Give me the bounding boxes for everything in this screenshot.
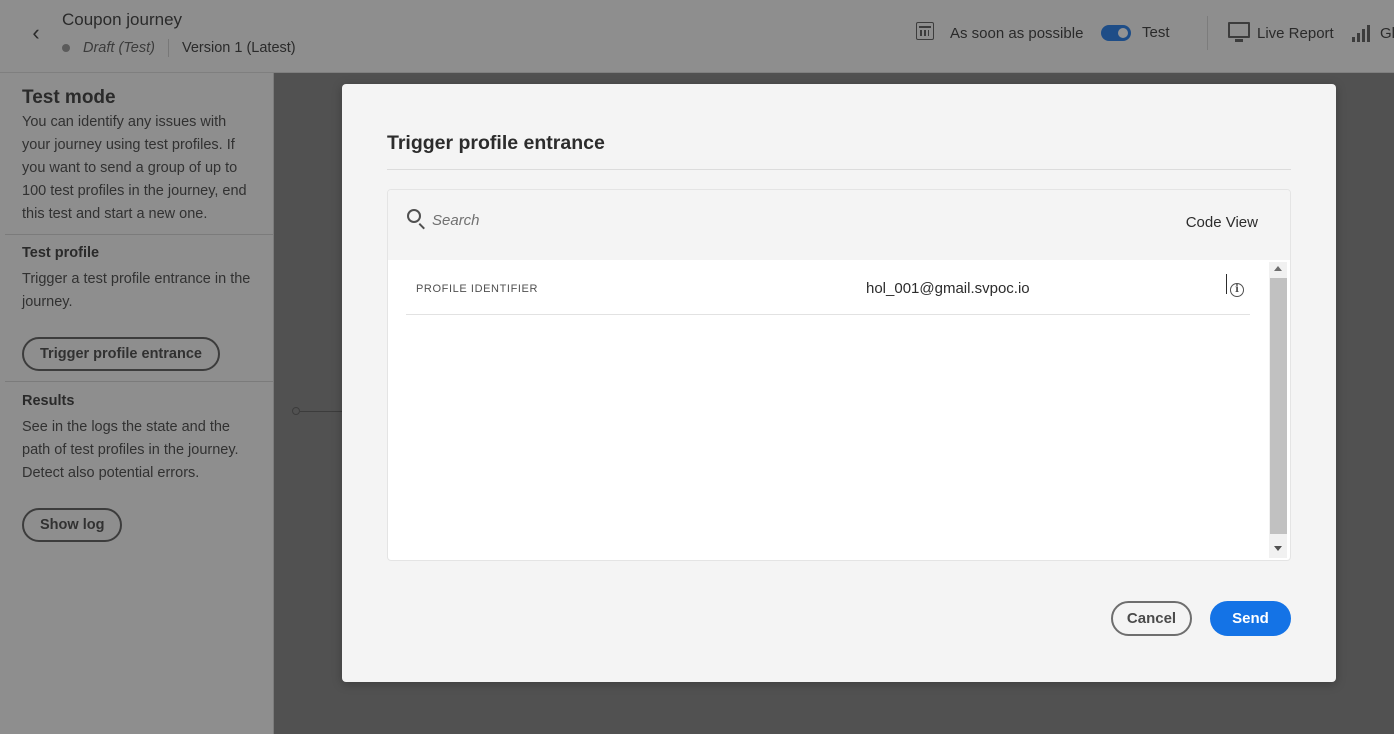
search-input[interactable]	[432, 208, 1032, 232]
panel-toolbar: Code View	[388, 190, 1290, 260]
info-icon[interactable]: i	[1230, 283, 1244, 297]
field-row: PROFILE IDENTIFIER hol_001@gmail.svpoc.i…	[406, 260, 1250, 315]
scroll-down-arrow-icon[interactable]	[1274, 546, 1282, 551]
dialog-divider	[387, 169, 1291, 170]
search-icon	[407, 209, 421, 223]
trigger-profile-dialog: Trigger profile entrance Code View PROFI…	[342, 84, 1336, 682]
scroll-up-arrow-icon[interactable]	[1274, 266, 1282, 271]
profile-fields-panel: Code View PROFILE IDENTIFIER hol_001@gma…	[387, 189, 1291, 561]
cancel-button[interactable]: Cancel	[1111, 601, 1192, 636]
code-view-toggle[interactable]: Code View	[1186, 214, 1258, 231]
send-button[interactable]: Send	[1210, 601, 1291, 636]
dialog-title: Trigger profile entrance	[387, 132, 605, 154]
vertical-scrollbar[interactable]	[1269, 262, 1287, 558]
field-key: PROFILE IDENTIFIER	[416, 283, 539, 295]
scrollbar-thumb[interactable]	[1270, 278, 1287, 534]
profile-identifier-input[interactable]: hol_001@gmail.svpoc.io	[866, 280, 1030, 297]
text-caret	[1226, 274, 1227, 294]
